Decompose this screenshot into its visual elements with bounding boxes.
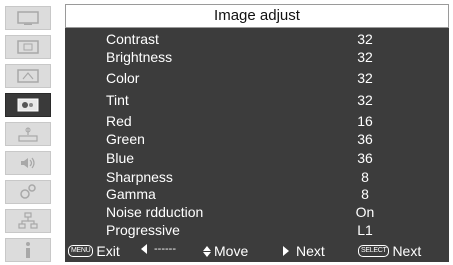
select-hint[interactable]: SELECT Next: [358, 243, 421, 259]
footer-guide: MENU Exit ------ Move Next SELECT Next: [65, 241, 449, 262]
sidebar-item-sound[interactable]: [5, 151, 51, 175]
sidebar-item-info[interactable]: [5, 238, 51, 262]
next-label: Next: [296, 243, 325, 259]
next-hint: Next: [283, 243, 325, 259]
setting-row-brightness[interactable]: Brightness 32: [65, 48, 449, 67]
setting-icon: [17, 126, 39, 142]
page-title: Image adjust: [65, 4, 449, 28]
settings-list: Contrast 32 Brightness 32 Color 32 Tint …: [65, 28, 449, 241]
sidebar-item-screen[interactable]: [5, 64, 51, 88]
setting-row-red[interactable]: Red 16: [65, 112, 449, 131]
setting-value: 32: [357, 92, 373, 108]
setting-label: Red: [106, 113, 132, 129]
exit-label: Exit: [96, 243, 120, 259]
gear-icon: [17, 183, 39, 201]
setting-label: Sharpness: [106, 169, 173, 185]
back-label: ------: [154, 243, 176, 255]
setting-label: Contrast: [106, 31, 159, 47]
select-button-icon: SELECT: [358, 245, 390, 257]
setting-row-color[interactable]: Color 32: [65, 69, 449, 88]
setting-label: Brightness: [106, 49, 173, 65]
setting-row-green[interactable]: Green 36: [65, 130, 449, 149]
image-adjust-icon: [17, 98, 39, 112]
setting-value: 32: [357, 70, 373, 86]
setting-row-contrast[interactable]: Contrast 32: [65, 30, 449, 49]
pc-adjust-icon: [17, 40, 39, 54]
setting-row-noise-reduction[interactable]: Noise rdduction On: [65, 203, 449, 222]
back-hint: ------: [141, 243, 176, 255]
setting-value: 36: [357, 131, 373, 147]
monitor-icon: [17, 11, 39, 25]
setting-value: 16: [357, 113, 373, 129]
sidebar-item-image-adjust[interactable]: [5, 93, 51, 117]
setting-row-blue[interactable]: Blue 36: [65, 149, 449, 168]
sound-icon: [17, 155, 39, 171]
move-hint: Move: [203, 243, 248, 259]
arrow-up-down-icon: [203, 245, 211, 257]
sidebar: [0, 0, 58, 265]
setting-value: 8: [361, 186, 369, 202]
info-icon: [23, 241, 33, 259]
setting-value: 8: [361, 169, 369, 185]
setting-label: Progressive: [106, 222, 180, 238]
arrow-right-icon: [283, 246, 289, 256]
setting-label: Green: [106, 131, 145, 147]
menu-button-icon: MENU: [68, 245, 94, 257]
setting-label: Blue: [106, 150, 135, 166]
setting-row-gamma[interactable]: Gamma 8: [65, 185, 449, 204]
sidebar-item-expand[interactable]: [5, 180, 51, 204]
setting-value: 32: [357, 31, 373, 47]
sidebar-item-pc-adjust[interactable]: [5, 35, 51, 59]
setting-value: 32: [357, 49, 373, 65]
network-icon: [17, 212, 39, 230]
setting-value: L1: [357, 222, 373, 238]
arrow-left-icon: [141, 244, 147, 254]
exit-hint[interactable]: MENU Exit: [68, 243, 120, 259]
setting-label: Gamma: [106, 186, 156, 202]
setting-label: Noise rdduction: [106, 204, 204, 220]
setting-row-progressive[interactable]: Progressive L1: [65, 221, 449, 240]
setting-label: Color: [106, 70, 140, 86]
sidebar-item-network[interactable]: [5, 209, 51, 233]
select-next-label: Next: [392, 243, 422, 259]
setting-row-tint[interactable]: Tint 32: [65, 91, 449, 110]
setting-value: 36: [357, 150, 373, 166]
sidebar-item-setting[interactable]: [5, 122, 51, 146]
screen-icon: [17, 69, 39, 83]
sidebar-item-display[interactable]: [5, 6, 51, 30]
setting-label: Tint: [106, 92, 129, 108]
move-label: Move: [214, 243, 249, 259]
setting-value: On: [355, 204, 375, 220]
